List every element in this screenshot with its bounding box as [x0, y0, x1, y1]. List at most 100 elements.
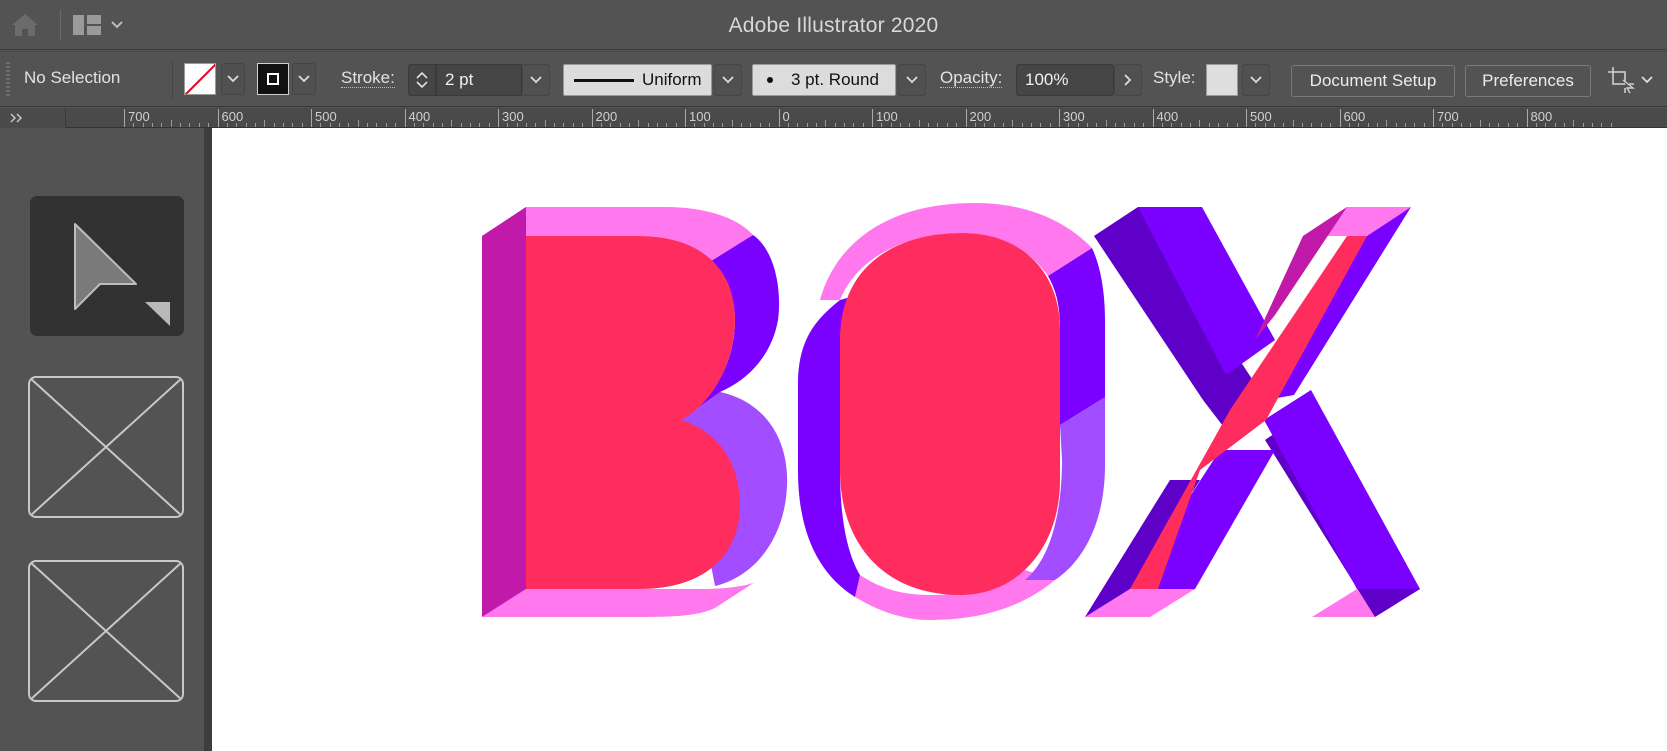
ruler-minor-tick: [815, 123, 817, 127]
letter-b[interactable]: [482, 207, 788, 617]
chevron-right-icon: [1124, 74, 1132, 86]
ruler-minor-tick: [1320, 123, 1322, 127]
ruler-minor-tick: [1096, 123, 1098, 127]
ruler-minor-tick: [245, 123, 247, 127]
ruler-minor-tick: [1507, 123, 1509, 127]
artboard-canvas[interactable]: [212, 128, 1667, 751]
preferences-button[interactable]: Preferences: [1465, 65, 1591, 97]
horizontal-ruler[interactable]: 700 600 500 400 300 200 100 0 100 200 300 400 500 600…: [66, 108, 1667, 128]
ruler-minor-tick: [1255, 123, 1257, 127]
fill-dropdown[interactable]: [221, 63, 245, 95]
letter-x[interactable]: [1085, 207, 1420, 617]
ruler-minor-tick: [1348, 123, 1350, 127]
placeholder-cross-icon: [30, 562, 182, 700]
ruler-minor-tick: [1143, 123, 1145, 127]
ruler-minor-tick: [348, 123, 350, 127]
ruler-minor-tick: [656, 123, 658, 127]
ruler-minor-tick: [1470, 123, 1472, 127]
ruler-minor-tick: [1330, 123, 1332, 127]
graphic-style-swatch[interactable]: [1206, 64, 1238, 96]
ruler-minor-tick: [1414, 123, 1416, 127]
ruler-minor-tick: [535, 123, 537, 127]
image-placeholder[interactable]: [28, 560, 184, 702]
ruler-minor-tick: [1582, 123, 1584, 127]
stroke-swatch-inner: [267, 73, 279, 85]
ruler-minor-tick: [600, 123, 602, 127]
stroke-weight-stepper[interactable]: [408, 64, 436, 96]
ruler-minor-tick: [273, 123, 275, 127]
ruler-minor-tick: [451, 120, 453, 127]
placeholder-cross-icon: [30, 378, 182, 516]
ruler-minor-tick: [797, 123, 799, 127]
ruler-minor-tick: [1591, 123, 1593, 127]
ruler-tick-label: 700: [1433, 109, 1459, 127]
arrange-documents-button[interactable]: [1607, 64, 1661, 96]
ruler-minor-tick: [1573, 120, 1575, 127]
ruler-minor-tick: [1292, 120, 1294, 127]
ruler-tick-label: 100: [685, 109, 711, 127]
style-dropdown[interactable]: [1242, 64, 1270, 96]
ruler-minor-tick: [1105, 120, 1107, 127]
stroke-swatch[interactable]: [257, 63, 289, 95]
ruler-minor-tick: [928, 123, 930, 127]
ruler-minor-tick: [1545, 123, 1547, 127]
letter-o[interactable]: [798, 203, 1105, 620]
document-setup-button[interactable]: Document Setup: [1291, 65, 1455, 97]
ruler-minor-tick: [1049, 123, 1051, 127]
variable-width-dropdown[interactable]: [714, 64, 742, 96]
ruler-minor-tick: [666, 123, 668, 127]
stroke-weight-dropdown[interactable]: [522, 64, 550, 96]
selection-arrow-icon: [74, 223, 170, 326]
ruler-minor-tick: [1461, 123, 1463, 127]
ruler-minor-tick: [563, 123, 565, 127]
opacity-field[interactable]: 100%: [1016, 64, 1114, 96]
ruler-minor-tick: [647, 123, 649, 127]
ruler-minor-tick: [582, 123, 584, 127]
opacity-slider-toggle[interactable]: [1114, 64, 1142, 96]
ruler-minor-tick: [544, 120, 546, 127]
stroke-dropdown[interactable]: [292, 63, 316, 95]
brush-dot-icon: [767, 77, 773, 83]
ruler-minor-tick: [1087, 123, 1089, 127]
separator: [172, 60, 173, 100]
ruler-minor-tick: [1535, 123, 1537, 127]
ruler-minor-tick: [526, 123, 528, 127]
ruler-minor-tick: [1002, 123, 1004, 127]
ruler-corner[interactable]: [0, 108, 66, 128]
ruler-minor-tick: [1012, 120, 1014, 127]
ruler-minor-tick: [853, 123, 855, 127]
selection-tool[interactable]: [30, 196, 184, 336]
workspace-switcher-button[interactable]: [72, 10, 136, 40]
ruler-minor-tick: [367, 123, 369, 127]
chevron-down-icon: [1641, 76, 1653, 84]
image-placeholder[interactable]: [28, 376, 184, 518]
ruler-minor-tick: [806, 123, 808, 127]
ruler-minor-tick: [479, 123, 481, 127]
fill-swatch[interactable]: [184, 63, 216, 95]
brush-dropdown[interactable]: [898, 64, 926, 96]
ruler-tick-label: 400: [404, 109, 430, 127]
variable-width-profile[interactable]: Uniform: [563, 64, 712, 96]
panel-divider[interactable]: [204, 128, 212, 751]
stroke-label[interactable]: Stroke:: [341, 69, 395, 88]
ruler-minor-tick: [357, 120, 359, 127]
ruler-minor-tick: [769, 123, 771, 127]
stroke-weight-field[interactable]: 2 pt: [436, 64, 522, 96]
ruler-minor-tick: [170, 120, 172, 127]
ruler-minor-tick: [1479, 120, 1481, 127]
box-3d-lettering[interactable]: [212, 128, 1667, 751]
home-button[interactable]: [8, 10, 42, 40]
ruler-minor-tick: [1610, 123, 1612, 127]
ruler-minor-tick: [1124, 123, 1126, 127]
chevron-down-icon: [298, 75, 310, 83]
chevron-down-icon: [530, 76, 542, 84]
opacity-label[interactable]: Opacity:: [940, 69, 1003, 88]
ruler-minor-tick: [1423, 123, 1425, 127]
ruler-minor-tick: [1161, 123, 1163, 127]
ruler-tick-label: 600: [217, 109, 243, 127]
ruler-minor-tick: [469, 123, 471, 127]
ruler-minor-tick: [1208, 123, 1210, 127]
panel-grip[interactable]: [6, 62, 10, 98]
ruler-tick-label: 500: [311, 109, 337, 127]
brush-definition[interactable]: 3 pt. Round: [752, 64, 896, 96]
